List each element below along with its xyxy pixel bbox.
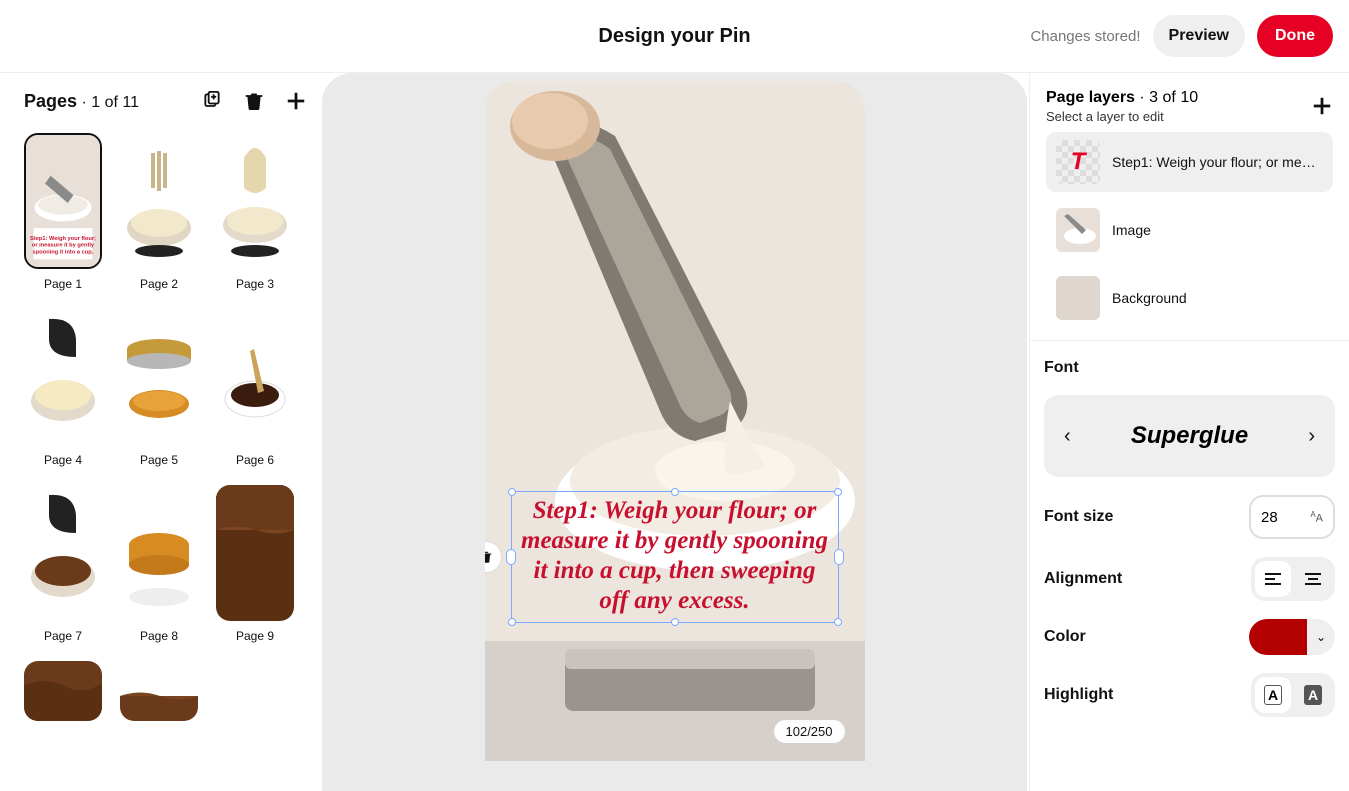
font-size-label: Font size <box>1044 508 1113 526</box>
highlight-group: A A <box>1251 673 1335 717</box>
layers-count: · 3 of 10 <box>1139 89 1198 106</box>
layer-name-text: Step1: Weigh your flour; or measu... <box>1112 154 1323 170</box>
layers-subtitle: Select a layer to edit <box>1046 109 1198 124</box>
layers-title-wrap: Page layers · 3 of 10 <box>1046 89 1198 107</box>
text-layer-icon: T <box>1056 140 1100 184</box>
align-center-button[interactable] <box>1295 561 1331 597</box>
resize-handle-mr[interactable] <box>834 549 844 565</box>
font-picker[interactable]: ‹ Superglue › <box>1044 395 1335 477</box>
page-thumb-1[interactable]: Step1: Weigh your flour;or measure it by… <box>24 133 102 291</box>
svg-text:spooning it into a cup,: spooning it into a cup, <box>33 249 94 255</box>
resize-handle-bm[interactable] <box>671 618 679 626</box>
add-layer-button[interactable] <box>1311 95 1333 117</box>
page-thumb-3[interactable]: Page 3 <box>216 133 294 291</box>
page-thumb-2[interactable]: Page 2 <box>120 133 198 291</box>
layer-name-background: Background <box>1112 290 1187 306</box>
layer-item-background[interactable]: Background <box>1046 268 1333 328</box>
resize-handle-br[interactable] <box>834 618 842 626</box>
content-row: Pages · 1 of 11 Step1: Weigh your flour;… <box>0 73 1349 791</box>
pages-grid: Step1: Weigh your flour;or measure it by… <box>24 133 308 721</box>
pages-count: · 1 of 11 <box>82 94 140 111</box>
done-button[interactable]: Done <box>1257 15 1333 57</box>
page-thumb-10[interactable] <box>24 661 102 721</box>
plus-icon[interactable] <box>284 89 308 113</box>
pin-canvas[interactable]: Step1: Weigh your flour; or measure it b… <box>485 81 865 761</box>
font-size-icon: AA <box>1310 510 1323 525</box>
pages-header: Pages · 1 of 11 <box>24 89 308 113</box>
properties-sidebar: Page layers · 3 of 10 Select a layer to … <box>1029 73 1349 791</box>
color-swatch <box>1249 619 1307 655</box>
page-thumb-7[interactable]: Page 7 <box>24 485 102 643</box>
resize-handle-ml[interactable] <box>506 549 516 565</box>
text-content[interactable]: Step1: Weigh your flour; or measure it b… <box>518 496 832 616</box>
trash-icon[interactable] <box>242 89 266 113</box>
font-label: Font <box>1044 359 1335 377</box>
page-thumb-5[interactable]: Page 5 <box>120 309 198 467</box>
alignment-label: Alignment <box>1044 570 1122 588</box>
font-prev-icon[interactable]: ‹ <box>1064 425 1071 448</box>
app-header: Design your Pin Changes stored! Preview … <box>0 0 1349 73</box>
alignment-group <box>1251 557 1335 601</box>
layers-title: Page layers <box>1046 89 1135 106</box>
pages-title-wrap: Pages · 1 of 11 <box>24 91 139 112</box>
background-layer-icon <box>1056 276 1100 320</box>
highlight-label: Highlight <box>1044 686 1113 704</box>
image-layer-icon <box>1056 208 1100 252</box>
layer-item-text[interactable]: T Step1: Weigh your flour; or measu... <box>1046 132 1333 192</box>
duplicate-icon[interactable] <box>200 89 224 113</box>
resize-handle-tm[interactable] <box>671 488 679 496</box>
resize-handle-tr[interactable] <box>834 488 842 496</box>
page-thumb-9[interactable]: Page 9 <box>216 485 294 643</box>
page-thumb-6[interactable]: Page 6 <box>216 309 294 467</box>
svg-text:Step1: Weigh your flour;: Step1: Weigh your flour; <box>30 236 96 242</box>
header-actions: Changes stored! Preview Done <box>1030 15 1333 57</box>
page-thumb-4[interactable]: Page 4 <box>24 309 102 467</box>
save-status: Changes stored! <box>1030 28 1140 45</box>
svg-text:or measure it by gently: or measure it by gently <box>32 243 95 249</box>
align-left-button[interactable] <box>1255 561 1291 597</box>
highlight-none-button[interactable]: A <box>1255 677 1291 713</box>
layers-section: Page layers · 3 of 10 Select a layer to … <box>1030 73 1349 341</box>
font-name: Superglue <box>1131 422 1248 450</box>
font-properties: Font ‹ Superglue › Font size 28 AA Align… <box>1030 341 1349 735</box>
pages-title: Pages <box>24 91 77 111</box>
font-next-icon[interactable]: › <box>1308 425 1315 448</box>
color-dropdown-icon[interactable]: ⌄ <box>1307 619 1335 655</box>
layer-name-image: Image <box>1112 222 1151 238</box>
text-layer-selection[interactable]: Step1: Weigh your flour; or measure it b… <box>511 491 839 623</box>
color-picker[interactable]: ⌄ <box>1249 619 1335 655</box>
resize-handle-bl[interactable] <box>508 618 516 626</box>
page-thumb-11[interactable] <box>120 661 198 721</box>
char-counter: 102/250 <box>774 720 845 743</box>
pages-sidebar: Pages · 1 of 11 Step1: Weigh your flour;… <box>0 73 320 791</box>
page-thumb-8[interactable]: Page 8 <box>120 485 198 643</box>
font-size-value: 28 <box>1261 509 1278 526</box>
font-size-input[interactable]: 28 AA <box>1249 495 1335 539</box>
pages-tools <box>200 89 308 113</box>
resize-handle-tl[interactable] <box>508 488 516 496</box>
page-title: Design your Pin <box>598 25 750 48</box>
layer-item-image[interactable]: Image <box>1046 200 1333 260</box>
preview-button[interactable]: Preview <box>1153 15 1245 57</box>
canvas-area: Step1: Weigh your flour; or measure it b… <box>322 73 1027 791</box>
color-label: Color <box>1044 628 1086 646</box>
highlight-fill-button[interactable]: A <box>1295 677 1331 713</box>
